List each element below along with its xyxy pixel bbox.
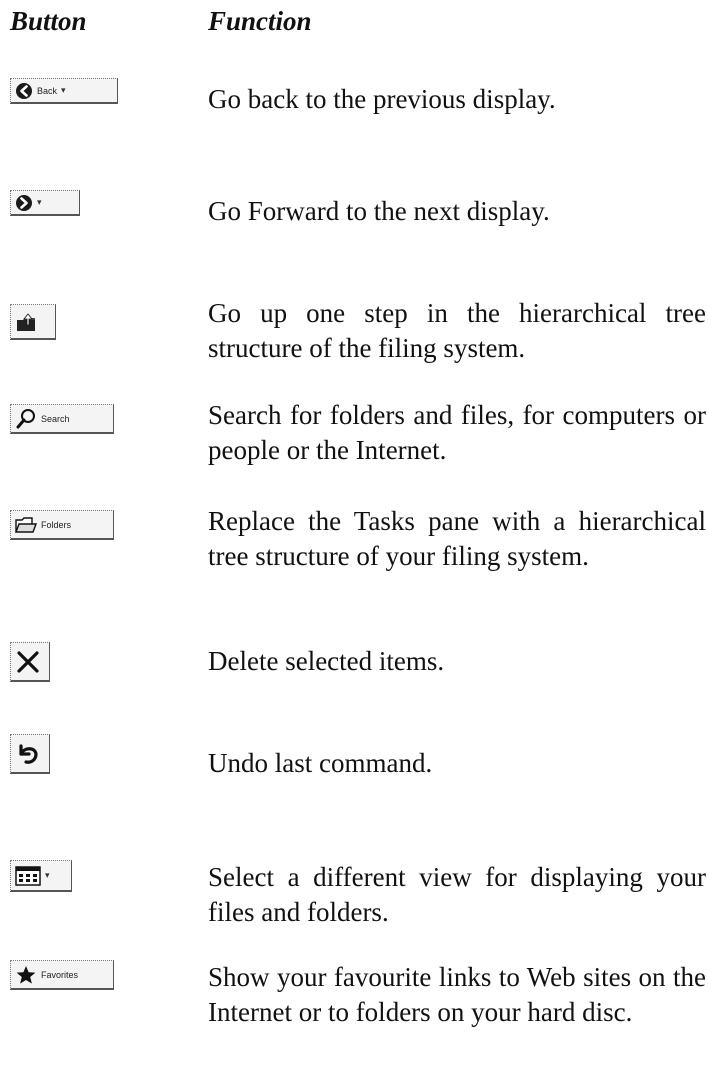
function-text: Go back to the previous display. bbox=[208, 84, 556, 114]
folders-label: Folders bbox=[41, 519, 72, 530]
views-button[interactable]: ▾ bbox=[10, 860, 72, 892]
back-arrow-icon bbox=[15, 82, 33, 100]
chevron-down-icon[interactable]: ▾ bbox=[61, 85, 66, 96]
up-button[interactable] bbox=[10, 304, 56, 340]
folders-button[interactable]: Folders bbox=[10, 510, 114, 540]
delete-x-icon bbox=[15, 649, 41, 675]
back-label: Back bbox=[37, 85, 58, 96]
function-text: Go Forward to the next display. bbox=[208, 196, 550, 226]
function-text: Select a different view for displaying y… bbox=[208, 862, 706, 927]
delete-button[interactable] bbox=[10, 642, 50, 682]
favorites-label: Favorites bbox=[41, 969, 79, 980]
up-folder-icon bbox=[15, 311, 39, 333]
undo-icon bbox=[15, 741, 41, 767]
folders-icon bbox=[15, 516, 37, 534]
back-button[interactable]: Back ▾ bbox=[10, 78, 118, 104]
views-icon bbox=[15, 865, 41, 886]
function-text: Delete selected items. bbox=[208, 646, 445, 676]
function-text: Undo last command. bbox=[208, 748, 433, 778]
forward-button[interactable]: ▾ bbox=[10, 190, 80, 216]
undo-button[interactable] bbox=[10, 734, 50, 774]
forward-arrow-icon bbox=[15, 194, 33, 212]
search-label: Search bbox=[41, 413, 70, 424]
function-text: Search for folders and files, for comput… bbox=[208, 400, 706, 465]
favorites-star-icon bbox=[15, 965, 37, 985]
chevron-down-icon[interactable]: ▾ bbox=[37, 197, 42, 208]
chevron-down-icon[interactable]: ▾ bbox=[45, 870, 50, 881]
favorites-button[interactable]: Favorites bbox=[10, 960, 114, 990]
function-text: Replace the Tasks pane with a hierarchic… bbox=[208, 506, 706, 571]
function-column-header: Function bbox=[208, 6, 312, 36]
function-text: Go up one step in the hierarchical tree … bbox=[208, 298, 706, 363]
search-magnifier-icon bbox=[15, 408, 37, 430]
function-text: Show your favourite links to Web sites o… bbox=[208, 962, 706, 1027]
search-button[interactable]: Search bbox=[10, 404, 114, 434]
button-column-header: Button bbox=[10, 6, 87, 36]
